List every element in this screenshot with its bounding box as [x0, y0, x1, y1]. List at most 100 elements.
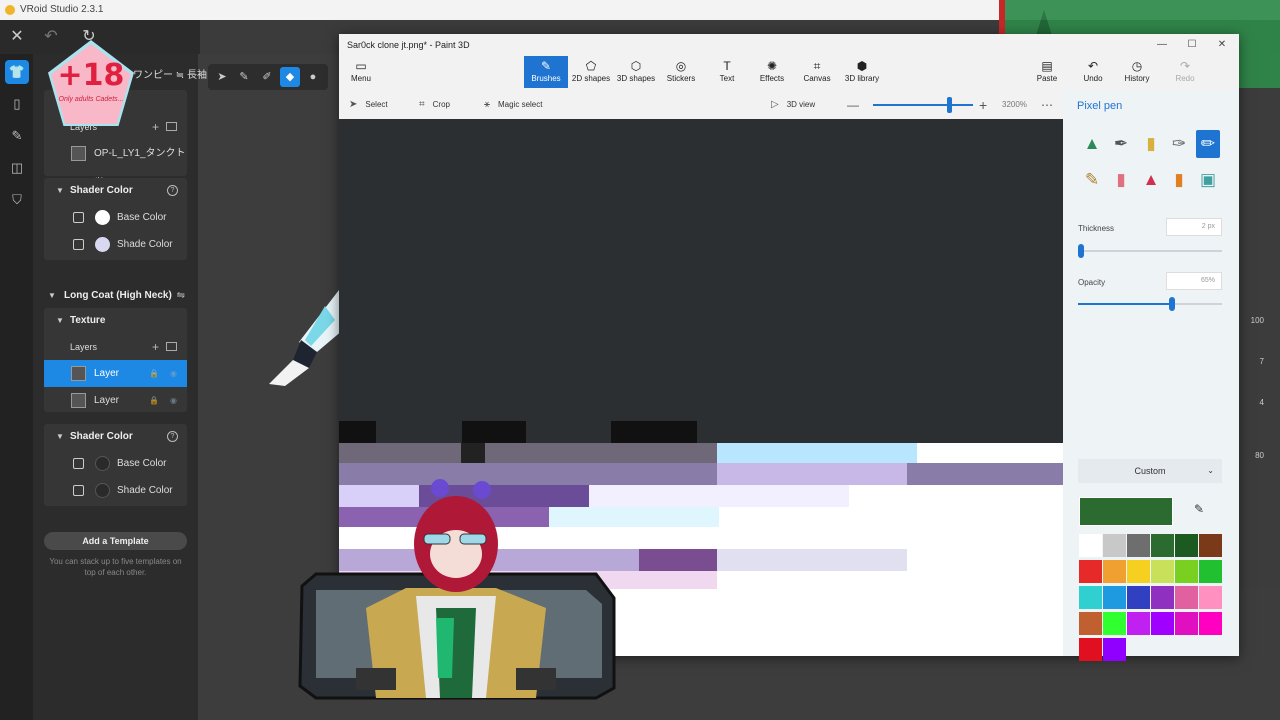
3d-view-button[interactable]: ▷ 3D view — [771, 91, 815, 119]
base-color-checkbox[interactable] — [73, 458, 84, 469]
settings-sliders-icon[interactable]: ⇋ — [177, 283, 185, 309]
palette-swatch[interactable] — [1199, 560, 1222, 583]
zoom-in-icon[interactable]: + — [979, 91, 987, 119]
texture-header[interactable]: ▼ Texture — [44, 308, 187, 334]
shade-color-row[interactable]: Shade Color — [44, 231, 187, 258]
info-icon[interactable]: ? — [167, 431, 178, 442]
palette-swatch[interactable] — [1103, 586, 1126, 609]
pen-icon[interactable]: ✎ — [5, 124, 29, 148]
zoom-slider-track[interactable] — [873, 104, 973, 106]
undo-icon[interactable]: ↶ — [40, 26, 62, 48]
palette-swatch[interactable] — [1127, 586, 1150, 609]
base-color-checkbox[interactable] — [73, 212, 84, 223]
ribbon-undo-button[interactable]: ↶ Undo — [1071, 56, 1115, 88]
zoom-slider-thumb[interactable] — [947, 97, 952, 113]
zoom-out-icon[interactable]: — — [847, 91, 859, 119]
long-coat-header[interactable]: ▼ Long Coat (High Neck) ⇋ — [44, 283, 187, 309]
layer-item[interactable]: OP-L_LY1_タンクトッ — [44, 140, 187, 186]
ribbon-2d-shapes-button[interactable]: ⬠ 2D shapes — [569, 56, 613, 88]
tab-label[interactable]: ワンピー ≒ 長袖 — [133, 66, 207, 81]
ribbon-text-button[interactable]: T Text — [705, 56, 749, 88]
palette-swatch[interactable] — [1175, 612, 1198, 635]
eye-icon[interactable]: ◉ — [170, 387, 177, 414]
shirt-icon[interactable]: 👕 — [5, 60, 29, 84]
pen-icon[interactable]: ✎ — [234, 67, 254, 87]
palette-swatch[interactable] — [1151, 560, 1174, 583]
image-icon[interactable] — [166, 342, 177, 351]
shade-color-swatch[interactable] — [95, 237, 110, 252]
palette-swatch[interactable] — [1079, 612, 1102, 635]
base-color-row[interactable]: Base Color — [44, 450, 187, 477]
ribbon-menu-button[interactable]: ▭ Menu — [339, 56, 383, 88]
shade-color-row[interactable]: Shade Color — [44, 477, 187, 504]
ribbon-paste-button[interactable]: ▤ Paste — [1025, 56, 1069, 88]
palette-swatch[interactable] — [1103, 534, 1126, 557]
add-layer-icon[interactable]: + — [152, 334, 159, 360]
oil-brush-icon[interactable]: ▮ — [1139, 130, 1163, 158]
thickness-slider-track[interactable] — [1078, 250, 1222, 252]
bag-icon[interactable]: ◫ — [5, 156, 29, 180]
palette-swatch[interactable] — [1199, 612, 1222, 635]
info-icon[interactable]: ? — [167, 185, 178, 196]
fill-icon[interactable]: ◆ — [280, 67, 300, 87]
ribbon-canvas-button[interactable]: ⌗ Canvas — [795, 56, 839, 88]
close-icon[interactable]: ✕ — [6, 26, 28, 48]
color-mode-dropdown[interactable]: Custom ⌄ — [1078, 459, 1222, 483]
add-layer-icon[interactable]: + — [152, 114, 159, 140]
palette-swatch[interactable] — [1079, 638, 1102, 661]
ribbon-redo-button[interactable]: ↷ Redo — [1163, 56, 1207, 88]
shade-color-swatch[interactable] — [95, 483, 110, 498]
palette-swatch[interactable] — [1103, 638, 1126, 661]
lock-icon[interactable]: 🔒 — [149, 387, 159, 414]
current-color-swatch[interactable] — [1079, 497, 1173, 526]
palette-swatch[interactable] — [1175, 560, 1198, 583]
palette-swatch[interactable] — [1151, 534, 1174, 557]
select-button[interactable]: ➤ Select — [349, 91, 388, 119]
ribbon-stickers-button[interactable]: ◎ Stickers — [659, 56, 703, 88]
crop-button[interactable]: ⌗ Crop — [419, 91, 450, 119]
magic-select-button[interactable]: ⚹ Magic select — [484, 91, 542, 119]
layer-item[interactable]: Layer 🔒 ◉ — [44, 387, 187, 414]
add-template-button[interactable]: Add a Template — [44, 532, 187, 550]
image-icon[interactable] — [166, 122, 177, 131]
watercolor-icon[interactable]: ✑ — [1167, 130, 1191, 158]
thickness-input[interactable]: 2 px — [1166, 218, 1222, 236]
shader-color-header[interactable]: ▼ Shader Color ? — [44, 178, 187, 204]
maximize-icon[interactable]: ☐ — [1177, 34, 1207, 56]
pixel-pen-icon[interactable]: ✏ — [1196, 130, 1220, 158]
close-icon[interactable]: ✕ — [1207, 34, 1237, 56]
eraser-icon[interactable]: ▮ — [1109, 166, 1133, 194]
calligraphy-pen-icon[interactable]: ✒ — [1109, 130, 1133, 158]
ribbon-history-button[interactable]: ◷ History — [1115, 56, 1159, 88]
palette-swatch[interactable] — [1175, 534, 1198, 557]
palette-swatch[interactable] — [1175, 586, 1198, 609]
ribbon-3d-library-button[interactable]: ⬢ 3D library — [840, 56, 884, 88]
shade-color-checkbox[interactable] — [73, 485, 84, 496]
eraser-icon[interactable]: ✐ — [257, 67, 277, 87]
eye-icon[interactable]: ◉ — [170, 360, 177, 387]
more-icon[interactable]: ⋯ — [1041, 91, 1053, 119]
palette-swatch[interactable] — [1079, 586, 1102, 609]
palette-swatch[interactable] — [1199, 586, 1222, 609]
lock-icon[interactable]: 🔒 — [149, 360, 159, 387]
palette-swatch[interactable] — [1151, 586, 1174, 609]
palette-swatch[interactable] — [1103, 560, 1126, 583]
base-color-swatch[interactable] — [95, 210, 110, 225]
dropper-icon[interactable]: ● — [303, 67, 323, 87]
base-color-swatch[interactable] — [95, 456, 110, 471]
shader-color-header[interactable]: ▼ Shader Color ? — [44, 424, 187, 450]
spray-can-icon[interactable]: ▮ — [1167, 166, 1191, 194]
thickness-slider-thumb[interactable] — [1077, 244, 1084, 258]
palette-swatch[interactable] — [1127, 560, 1150, 583]
cursor-icon[interactable]: ➤ — [212, 67, 232, 87]
fill-bucket-icon[interactable]: ▣ — [1196, 166, 1220, 194]
opacity-slider-thumb[interactable] — [1168, 297, 1175, 311]
opacity-input[interactable]: 65% — [1166, 272, 1222, 290]
palette-swatch[interactable] — [1151, 612, 1174, 635]
shade-color-checkbox[interactable] — [73, 239, 84, 250]
palette-swatch[interactable] — [1127, 612, 1150, 635]
body-icon[interactable]: ▯ — [5, 92, 29, 116]
ribbon-effects-button[interactable]: ✺ Effects — [750, 56, 794, 88]
ribbon-3d-shapes-button[interactable]: ⬡ 3D shapes — [614, 56, 658, 88]
palette-swatch[interactable] — [1103, 612, 1126, 635]
